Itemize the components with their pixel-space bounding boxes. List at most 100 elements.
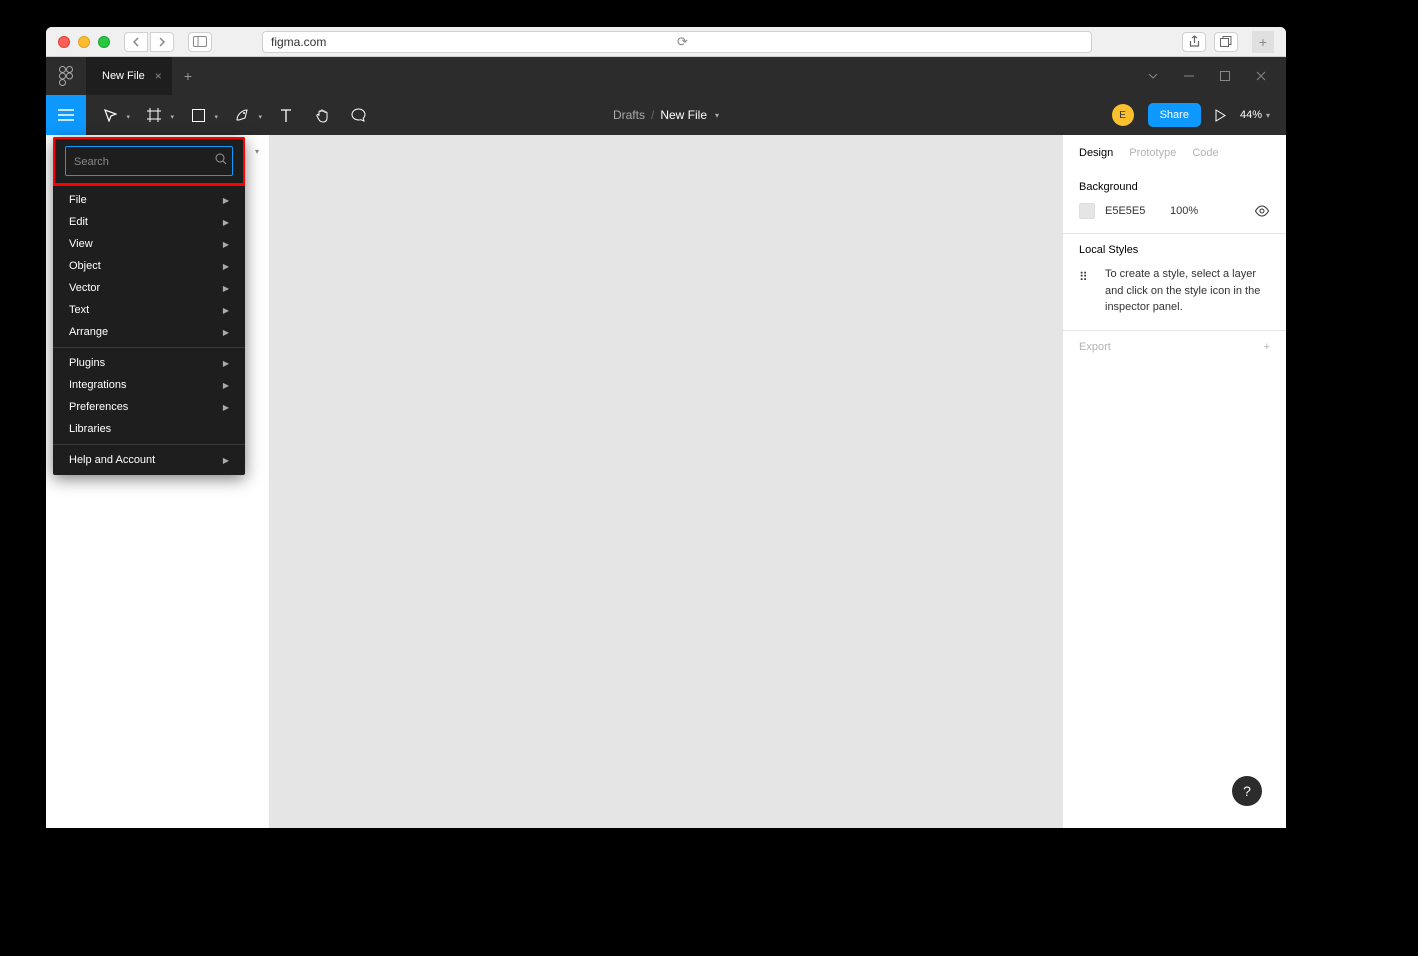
new-tab-icon[interactable]: + xyxy=(172,68,204,84)
share-browser-icon[interactable] xyxy=(1182,32,1206,52)
search-icon xyxy=(215,153,227,165)
figma-app: New File × + ▾ ▾ ▾ ▾ xyxy=(46,57,1286,828)
forward-button[interactable] xyxy=(150,32,174,52)
tab-design[interactable]: Design xyxy=(1079,147,1113,159)
menu-items: File▶ Edit▶ View▶ Object▶ Vector▶ Text▶ … xyxy=(53,185,245,475)
zoom-control[interactable]: 44% ▾ xyxy=(1240,109,1270,121)
tab-code[interactable]: Code xyxy=(1192,147,1218,159)
close-tab-icon[interactable]: × xyxy=(155,69,162,83)
breadcrumb[interactable]: Drafts / New File ▾ xyxy=(613,108,719,122)
chevron-right-icon: ▶ xyxy=(223,306,229,315)
menu-separator xyxy=(53,444,245,445)
app-tab-bar: New File × + xyxy=(46,57,1286,95)
menu-item-arrange[interactable]: Arrange▶ xyxy=(53,321,245,343)
tab-label: New File xyxy=(102,70,145,82)
hex-value[interactable]: E5E5E5 xyxy=(1105,205,1160,217)
chevron-down-icon: ▾ xyxy=(1266,111,1270,120)
menu-search-highlight xyxy=(53,137,245,186)
export-label: Export xyxy=(1079,341,1111,353)
breadcrumb-separator: / xyxy=(651,108,654,122)
shape-tool[interactable]: ▾ xyxy=(182,99,222,131)
plus-icon[interactable]: + xyxy=(1264,341,1270,353)
comment-tool[interactable] xyxy=(342,99,374,131)
chevron-right-icon: ▶ xyxy=(223,262,229,271)
help-button[interactable]: ? xyxy=(1232,776,1262,806)
menu-item-view[interactable]: View▶ xyxy=(53,233,245,255)
menu-search[interactable] xyxy=(65,146,233,176)
color-swatch[interactable] xyxy=(1079,203,1095,219)
browser-window: figma.com ⟳ + New File × + xyxy=(46,27,1286,828)
present-icon[interactable] xyxy=(1215,109,1226,122)
toolbar: ▾ ▾ ▾ ▾ Drafts / New File ▾ E Share 44% xyxy=(46,95,1286,135)
text-tool[interactable] xyxy=(270,99,302,131)
chevron-right-icon: ▶ xyxy=(223,218,229,227)
chevron-right-icon: ▶ xyxy=(223,359,229,368)
chevron-down-icon[interactable] xyxy=(1146,71,1160,81)
menu-item-edit[interactable]: Edit▶ xyxy=(53,211,245,233)
frame-tool[interactable]: ▾ xyxy=(138,99,178,131)
tab-new-file[interactable]: New File × xyxy=(86,57,172,95)
close-window-icon[interactable] xyxy=(58,36,70,48)
chevron-right-icon: ▶ xyxy=(223,456,229,465)
url-bar[interactable]: figma.com ⟳ xyxy=(262,31,1092,53)
chevron-down-icon: ▾ xyxy=(715,111,719,120)
chevron-right-icon: ▶ xyxy=(223,403,229,412)
export-section[interactable]: Export + xyxy=(1063,331,1286,363)
new-tab-button[interactable]: + xyxy=(1252,31,1274,53)
local-styles-section: Local Styles ⠿ To create a style, select… xyxy=(1063,234,1286,331)
menu-item-text[interactable]: Text▶ xyxy=(53,299,245,321)
tabs-browser-icon[interactable] xyxy=(1214,32,1238,52)
window-controls xyxy=(58,36,110,48)
canvas[interactable] xyxy=(270,135,1062,828)
caret-icon: ▾ xyxy=(214,113,218,121)
menu-item-libraries[interactable]: Libraries xyxy=(53,418,245,440)
menu-item-help[interactable]: Help and Account▶ xyxy=(53,449,245,471)
pen-tool[interactable]: ▾ xyxy=(226,99,266,131)
chevron-right-icon: ▶ xyxy=(223,328,229,337)
menu-item-integrations[interactable]: Integrations▶ xyxy=(53,374,245,396)
menu-separator xyxy=(53,347,245,348)
right-panel: Design Prototype Code Background E5E5E5 … xyxy=(1062,135,1286,828)
tab-prototype[interactable]: Prototype xyxy=(1129,147,1176,159)
zoom-value: 44% xyxy=(1240,109,1262,121)
breadcrumb-current: New File xyxy=(660,108,707,122)
menu-item-object[interactable]: Object▶ xyxy=(53,255,245,277)
inspector-tabs: Design Prototype Code xyxy=(1063,135,1286,171)
chevron-right-icon: ▶ xyxy=(223,240,229,249)
sidebar-toggle-icon[interactable] xyxy=(188,32,212,52)
maximize-icon[interactable] xyxy=(1218,71,1232,81)
caret-icon: ▾ xyxy=(258,113,262,121)
back-button[interactable] xyxy=(124,32,148,52)
section-title: Local Styles xyxy=(1079,244,1270,256)
opacity-value[interactable]: 100% xyxy=(1170,205,1244,217)
background-section: Background E5E5E5 100% xyxy=(1063,171,1286,234)
caret-icon: ▾ xyxy=(170,113,174,121)
nav-buttons xyxy=(124,32,174,52)
chevron-down-icon: ▾ xyxy=(255,147,259,156)
minimize-window-icon[interactable] xyxy=(78,36,90,48)
styles-icon: ⠿ xyxy=(1079,266,1093,316)
minimize-icon[interactable] xyxy=(1182,71,1196,81)
move-tool[interactable]: ▾ xyxy=(94,99,134,131)
menu-search-input[interactable] xyxy=(74,156,208,168)
figma-logo-icon[interactable] xyxy=(46,57,86,95)
menu-item-file[interactable]: File▶ xyxy=(53,189,245,211)
menu-item-plugins[interactable]: Plugins▶ xyxy=(53,352,245,374)
breadcrumb-parent: Drafts xyxy=(613,108,645,122)
fullscreen-window-icon[interactable] xyxy=(98,36,110,48)
main-menu-dropdown: File▶ Edit▶ View▶ Object▶ Vector▶ Text▶ … xyxy=(53,137,245,475)
close-app-icon[interactable] xyxy=(1254,71,1268,81)
reload-icon[interactable]: ⟳ xyxy=(677,34,1083,50)
styles-hint: To create a style, select a layer and cl… xyxy=(1105,266,1270,316)
menu-item-vector[interactable]: Vector▶ xyxy=(53,277,245,299)
chevron-right-icon: ▶ xyxy=(223,381,229,390)
hand-tool[interactable] xyxy=(306,99,338,131)
share-button[interactable]: Share xyxy=(1148,103,1201,127)
main-menu-button[interactable] xyxy=(46,95,86,135)
main-area: ▾ Design Prototype Code Background E5E5E… xyxy=(46,135,1286,828)
avatar[interactable]: E xyxy=(1112,104,1134,126)
browser-chrome: figma.com ⟳ + xyxy=(46,27,1286,57)
menu-item-preferences[interactable]: Preferences▶ xyxy=(53,396,245,418)
visibility-icon[interactable] xyxy=(1254,205,1270,217)
chevron-right-icon: ▶ xyxy=(223,196,229,205)
